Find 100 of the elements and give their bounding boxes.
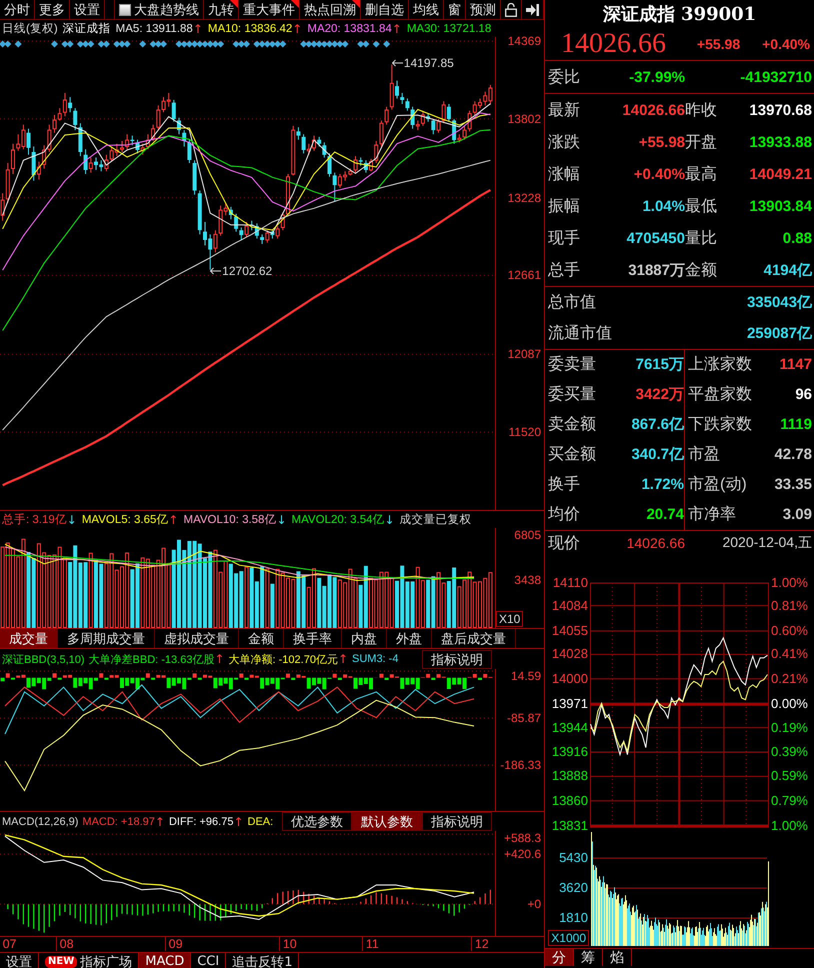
field-label: 均价: [548, 505, 581, 525]
field-label: 买金额: [548, 444, 597, 465]
field-label: 市盈: [684, 440, 766, 470]
field-value: 1.04%: [641, 198, 685, 214]
field-label: 换手: [548, 474, 581, 495]
percent-axis-label: 1.00%: [771, 819, 808, 833]
field-value: +55.98: [638, 134, 685, 150]
field-value: 14049.21: [748, 166, 812, 182]
ma-reading: MA10: 13836.42: [208, 22, 292, 34]
bbd-reading: 深证BBD(3,5,10): [2, 652, 85, 666]
price-axis-label: 13860: [552, 794, 588, 808]
percent-axis-label: 1.00%: [771, 576, 808, 590]
volume-reading: 总手: 3.19亿: [2, 512, 67, 527]
volume-reading: MAVOL5: 3.65亿: [82, 513, 168, 527]
field-label: 上涨家数: [684, 350, 766, 380]
price-axis-label: 13802: [508, 112, 541, 126]
field-label: 委比: [548, 68, 581, 88]
volume-tab[interactable]: 成交量: [0, 629, 58, 648]
field-label: 市净率: [684, 500, 766, 530]
bbd-axis-label: 14.59: [510, 669, 541, 683]
ma-reading: MA30: 13721.18: [406, 22, 492, 34]
price-axis-label: 13916: [552, 744, 588, 759]
indicator-help-button[interactable]: 指标说明: [422, 650, 492, 668]
field-value: 3.09: [782, 506, 812, 524]
field-value: 4705450: [626, 230, 685, 246]
macd-reading: DIFF: +96.75: [168, 816, 234, 828]
padlock-icon: [505, 2, 517, 16]
trade-date: 2020-12-04,五: [721, 534, 812, 552]
field-value: 3422万: [634, 386, 684, 404]
trend-arrow: ↑: [154, 814, 165, 828]
field-value: 13903.84: [748, 198, 812, 214]
field-value: 42.78: [773, 446, 812, 464]
ma-reading: MA20: 13831.84: [307, 22, 392, 34]
volume-reading: MAVOL20: 3.54亿: [292, 513, 385, 527]
price-axis-label: 11520: [508, 425, 541, 440]
field-value: 4194亿: [762, 260, 812, 280]
indicator-option-button[interactable]: 优选参数: [282, 812, 352, 831]
price-axis-label: 14110: [552, 576, 588, 590]
checkbox[interactable]: [119, 4, 131, 16]
diamond-marker-icon: [139, 40, 146, 48]
field-label: 市盈(动): [684, 470, 766, 500]
field-value: -37.99%: [628, 68, 685, 86]
percent-axis-label: 0.79%: [771, 794, 808, 808]
field-value: 259087亿: [746, 324, 812, 343]
month-label: 11: [362, 937, 379, 951]
trend-line-toggle[interactable]: 大盘趋势线: [114, 0, 204, 19]
diamond-marker-icon: [383, 40, 390, 48]
price-axis-label: 14055: [552, 624, 588, 638]
indicator-option-button[interactable]: 默认参数: [352, 812, 422, 831]
price-axis-label: 14028: [552, 647, 588, 662]
volume-axis-label: 5430: [559, 851, 588, 865]
trend-arrow: ↑: [214, 652, 225, 666]
field-label: 下跌家数: [684, 410, 766, 440]
indicator-option-button[interactable]: 指标说明: [422, 812, 492, 831]
price-axis-label: 14369: [508, 34, 541, 48]
last-price: 14026.66: [561, 28, 667, 60]
month-label: 09: [164, 937, 183, 951]
month-label: 12: [470, 937, 489, 951]
price-axis-label: 13228: [508, 190, 541, 205]
price-axis-label: 12661: [508, 268, 541, 282]
chart-tab[interactable]: 分: [545, 949, 574, 966]
indicator-tab[interactable]: MACD: [139, 953, 192, 968]
trend-arrow: ↓: [66, 512, 77, 526]
volume-axis-label: 6805: [514, 528, 541, 542]
field-label: 平盘家数: [684, 380, 766, 410]
period-label: 日线(复权): [2, 22, 58, 36]
month-label: 08: [56, 937, 74, 951]
macd-reading: MACD(12,26,9): [2, 816, 78, 828]
month-label: 10: [278, 937, 297, 951]
field-label: 昨收: [685, 100, 718, 120]
field-value: 867.6亿: [630, 416, 684, 434]
field-label: 涨幅: [548, 164, 581, 184]
field-label: 卖金额: [548, 414, 597, 435]
volume-reading: 成交量已复权: [400, 512, 472, 527]
field-value: 0.88: [782, 230, 812, 246]
field-label: 现价: [548, 534, 581, 554]
price-axis-label: 12087: [508, 347, 541, 362]
percent-axis-label: 0.81%: [771, 598, 808, 613]
trend-arrow: ↑: [233, 814, 244, 828]
price-axis-label: 13831: [552, 819, 588, 833]
price-axis-label: 13888: [552, 769, 588, 784]
high-price-label: 14197.85: [404, 56, 454, 70]
field-label: 开盘: [685, 132, 718, 152]
field-value: 7615万: [634, 356, 684, 374]
trend-arrow: ↓: [276, 512, 287, 526]
volume-axis-label: 3620: [559, 881, 588, 895]
field-label: 现手: [548, 228, 581, 248]
field-label: 量比: [685, 228, 718, 248]
bbd-axis-label: -85.87: [506, 711, 541, 726]
diamond-marker-icon: [51, 40, 58, 48]
ma-reading: MA5: 13911.88: [116, 22, 193, 34]
pointer-arrow-icon: [392, 59, 403, 68]
field-value: 1.72%: [640, 476, 684, 494]
field-label: 总手: [548, 260, 581, 280]
trend-arrow: ↓: [384, 512, 395, 526]
new-badge: NEW: [45, 956, 78, 968]
trend-arrow: ↑: [292, 22, 302, 36]
volume-reading: MAVOL10: 3.58亿: [183, 513, 276, 527]
trend-arrow: ↑: [392, 22, 402, 36]
month-label: 07: [0, 937, 17, 951]
